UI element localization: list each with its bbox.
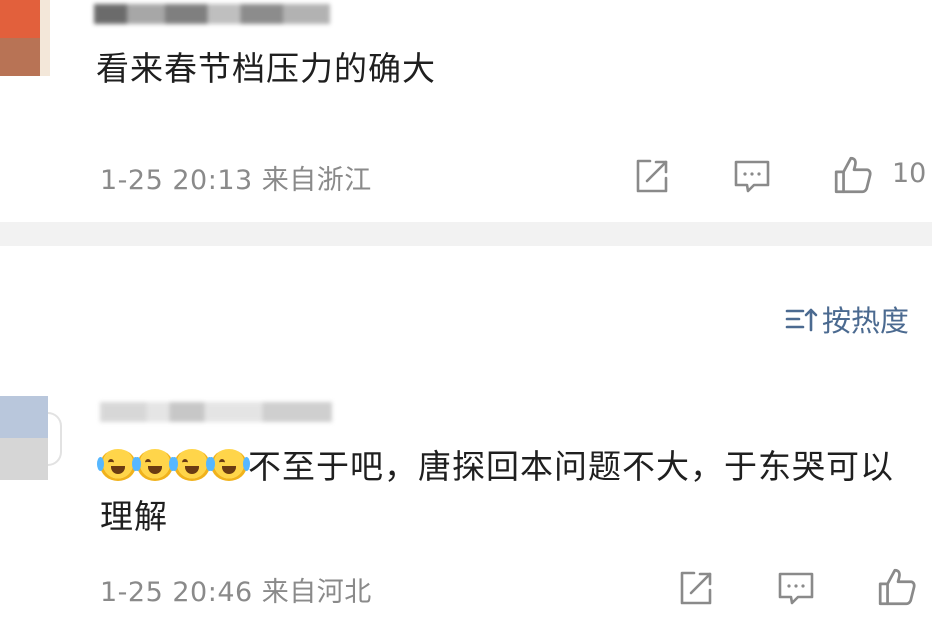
comment-time: 1-25 20:46 (100, 577, 253, 608)
sort-icon (784, 303, 818, 335)
comment-icon[interactable] (732, 156, 772, 196)
comment-icon[interactable] (776, 568, 816, 608)
section-divider (0, 222, 932, 246)
comment-meta: 1-25 20:13 来自浙江 (100, 158, 372, 197)
laugh-cry-emoji (208, 449, 250, 481)
thumbs-up-icon[interactable] (876, 566, 918, 608)
sort-label: 按热度 (822, 304, 910, 338)
laugh-cry-emoji (134, 449, 176, 481)
avatar[interactable] (0, 0, 50, 76)
laugh-cry-emoji (171, 449, 213, 481)
avatar[interactable] (0, 396, 62, 480)
username-blurred[interactable] (100, 402, 332, 422)
like-count: 10 (892, 158, 927, 189)
thumbs-up-icon[interactable] (832, 154, 874, 196)
comment-meta: 1-25 20:46 来自河北 (100, 570, 372, 609)
comment-location: 来自河北 (261, 577, 372, 608)
laugh-cry-emoji (97, 449, 139, 481)
username-blurred[interactable] (94, 4, 330, 24)
share-icon[interactable] (676, 568, 716, 608)
comment-text: 不至于吧，唐探回本问题不大，于东哭可以理解 (97, 442, 920, 542)
comment-time: 1-25 20:13 (100, 165, 253, 196)
comment-text: 看来春节档压力的确大 (96, 49, 436, 88)
comment-location: 来自浙江 (261, 165, 372, 196)
share-icon[interactable] (632, 156, 672, 196)
sort-button[interactable]: 按热度 (784, 298, 909, 340)
